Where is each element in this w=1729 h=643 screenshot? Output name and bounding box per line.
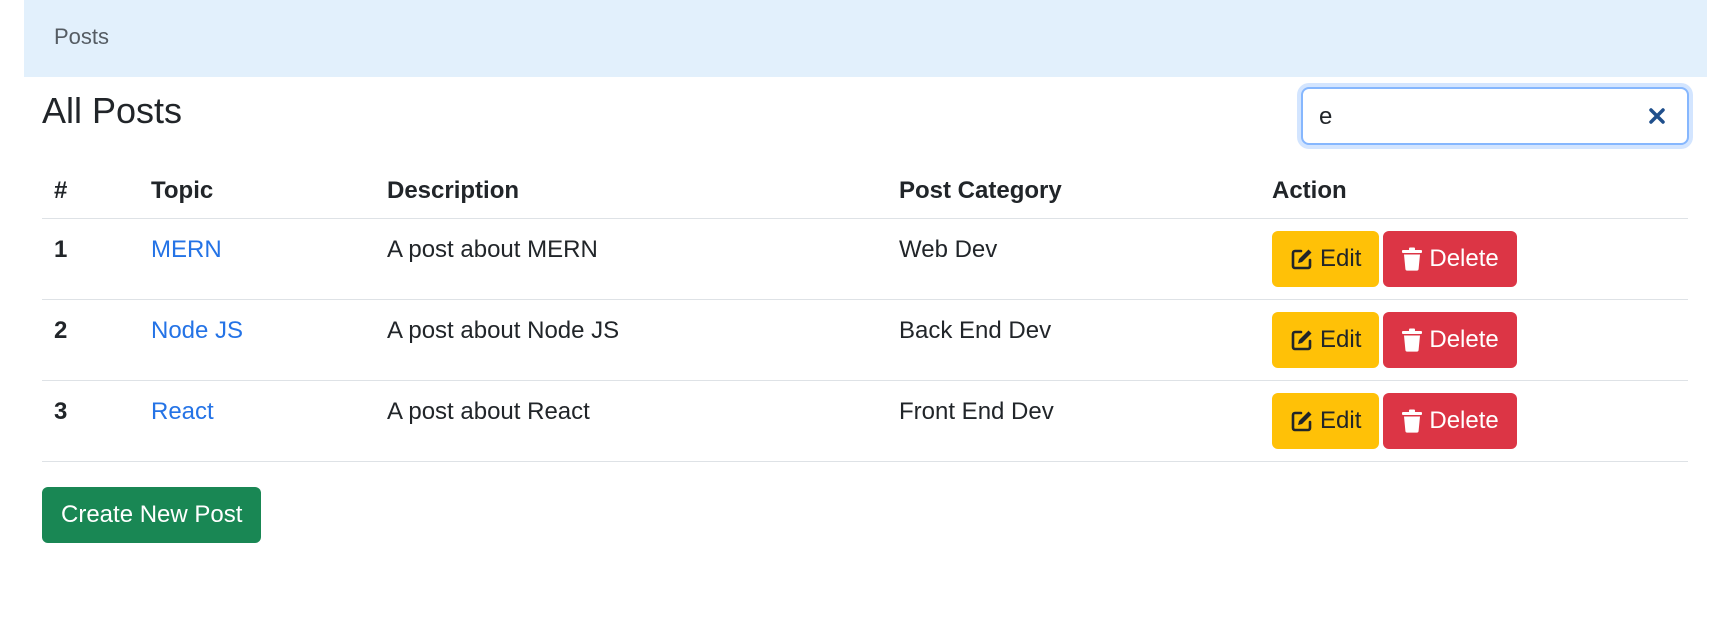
trash-icon bbox=[1402, 247, 1423, 271]
search-input[interactable] bbox=[1317, 99, 1641, 135]
topic-link[interactable]: React bbox=[151, 398, 214, 425]
table-header-row: # Topic Description Post Category Action bbox=[42, 164, 1688, 219]
delete-label: Delete bbox=[1429, 245, 1499, 272]
navbar-brand[interactable]: Posts bbox=[54, 24, 109, 50]
delete-button[interactable]: Delete bbox=[1383, 393, 1517, 449]
delete-button[interactable]: Delete bbox=[1383, 312, 1517, 368]
row-description: A post about React bbox=[387, 398, 590, 425]
row-category: Web Dev bbox=[899, 236, 998, 263]
posts-table: # Topic Description Post Category Action… bbox=[42, 164, 1688, 462]
edit-button[interactable]: Edit bbox=[1272, 312, 1380, 368]
edit-button[interactable]: Edit bbox=[1272, 231, 1380, 287]
trash-icon bbox=[1402, 328, 1423, 352]
edit-label: Edit bbox=[1320, 407, 1362, 434]
pencil-square-icon bbox=[1291, 411, 1312, 432]
row-description: A post about Node JS bbox=[387, 317, 620, 344]
topic-link[interactable]: MERN bbox=[151, 236, 222, 263]
row-action-cell: Edit Delete bbox=[1260, 380, 1688, 462]
row-action-cell: Edit Delete bbox=[1260, 218, 1688, 300]
row-description-cell: A post about React bbox=[375, 380, 887, 462]
table-row: 1 MERN A post about MERN Web Dev Edit De… bbox=[42, 218, 1688, 300]
create-post-button[interactable]: Create New Post bbox=[42, 487, 262, 543]
header-action: Action bbox=[1260, 164, 1688, 219]
row-category-cell: Web Dev bbox=[887, 218, 1260, 300]
pencil-square-icon bbox=[1291, 249, 1312, 270]
row-number-cell: 1 bbox=[42, 218, 139, 300]
delete-label: Delete bbox=[1429, 407, 1499, 434]
navbar: Posts bbox=[24, 0, 1707, 77]
delete-button[interactable]: Delete bbox=[1383, 231, 1517, 287]
row-action-cell: Edit Delete bbox=[1260, 299, 1688, 381]
row-topic-cell: Node JS bbox=[139, 299, 375, 381]
row-number: 2 bbox=[54, 317, 68, 344]
row-description-cell: A post about MERN bbox=[375, 218, 887, 300]
table-row: 3 React A post about React Front End Dev… bbox=[42, 380, 1688, 462]
page-title: All Posts bbox=[42, 90, 183, 131]
row-number: 3 bbox=[54, 398, 68, 425]
row-category: Front End Dev bbox=[899, 398, 1054, 425]
edit-button[interactable]: Edit bbox=[1272, 393, 1380, 449]
topic-link[interactable]: Node JS bbox=[151, 317, 243, 344]
row-number-cell: 3 bbox=[42, 380, 139, 462]
header-description: Description bbox=[375, 164, 887, 219]
row-topic-cell: React bbox=[139, 380, 375, 462]
header-num: # bbox=[42, 164, 139, 219]
table-row: 2 Node JS A post about Node JS Back End … bbox=[42, 299, 1688, 381]
close-icon[interactable] bbox=[1641, 99, 1673, 133]
edit-label: Edit bbox=[1320, 245, 1362, 272]
header-topic: Topic bbox=[139, 164, 375, 219]
header-category: Post Category bbox=[887, 164, 1260, 219]
row-category-cell: Front End Dev bbox=[887, 380, 1260, 462]
edit-label: Edit bbox=[1320, 326, 1362, 353]
row-description-cell: A post about Node JS bbox=[375, 299, 887, 381]
pencil-square-icon bbox=[1291, 330, 1312, 351]
row-category-cell: Back End Dev bbox=[887, 299, 1260, 381]
search-box bbox=[1301, 87, 1689, 145]
row-category: Back End Dev bbox=[899, 317, 1052, 344]
row-description: A post about MERN bbox=[387, 236, 598, 263]
row-number-cell: 2 bbox=[42, 299, 139, 381]
row-number: 1 bbox=[54, 236, 68, 263]
row-topic-cell: MERN bbox=[139, 218, 375, 300]
trash-icon bbox=[1402, 409, 1423, 433]
delete-label: Delete bbox=[1429, 326, 1499, 353]
